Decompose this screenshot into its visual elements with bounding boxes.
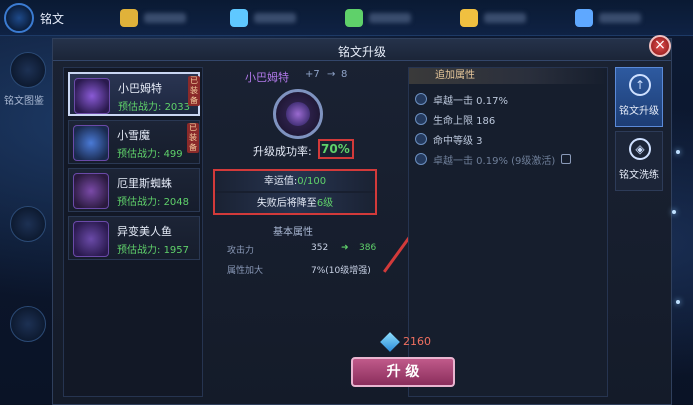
side-tabs: ↑ 铭文升级 ◈ 铭文洗练 — [615, 67, 663, 207]
sparkle-icon — [676, 300, 680, 304]
resource-amount — [254, 13, 296, 23]
back-button[interactable] — [4, 3, 34, 33]
inscription-power: 预估战力: 2033 — [118, 102, 191, 113]
fail-value: 6级 — [316, 198, 334, 209]
diamond-icon — [230, 9, 248, 27]
inscription-power: 预估战力: 2048 — [117, 197, 190, 208]
next-level: 8 — [341, 69, 348, 80]
inscription-icon — [73, 173, 109, 209]
side-menu: 铭文图鉴 — [0, 36, 54, 405]
inscription-icon — [74, 78, 110, 114]
inscription-large-icon — [273, 89, 323, 139]
luck-label: 幸运值: — [263, 176, 298, 187]
gem-icon — [345, 9, 363, 27]
resource-amount — [144, 13, 186, 23]
top-bar: 铭文 — [0, 0, 693, 36]
close-button[interactable]: × — [649, 35, 671, 57]
attr-next: 386 — [359, 243, 377, 253]
luck-row: 幸运值:0/100 — [215, 171, 375, 191]
upgrade-arrow-icon: ↑ — [629, 74, 651, 96]
inscription-power: 预估战力: 499 — [117, 149, 183, 160]
inscription-item[interactable]: 小雪魔 预估战力: 499 已装备 — [68, 120, 200, 164]
upgrade-button[interactable]: 升 级 — [351, 357, 455, 387]
extra-attrs-panel: 追加属性 卓越一击 0.17% 生命上限 186 命中等级 3 卓越一击 0.1… — [408, 67, 608, 397]
attr-gear-icon — [415, 153, 427, 165]
resource-gold[interactable] — [120, 9, 186, 27]
coupon-icon — [460, 9, 478, 27]
attr-row: 属性加大 7%(10级增强) — [227, 263, 397, 279]
inscription-icon — [73, 221, 109, 257]
resource-amount — [484, 13, 526, 23]
resource-amount — [599, 13, 641, 23]
resource-crystal[interactable] — [575, 9, 641, 27]
attr-current: 7%(10级增强) — [311, 266, 371, 276]
extra-attr-item: 卓越一击 0.17% — [415, 90, 508, 108]
crystal-icon — [575, 9, 593, 27]
upgrade-center: 小巴姆特 +7 → 8 升级成功率: 70% 幸运值:0/100 失败后将降至6… — [203, 65, 403, 395]
inscription-item[interactable]: 小巴姆特 预估战力: 2033 已装备 — [68, 72, 200, 116]
inscription-name: 厄里斯蜘蛛 — [117, 177, 172, 190]
lock-icon — [561, 154, 572, 164]
equipped-tag: 已装备 — [187, 123, 199, 153]
inscription-name: 异变美人鱼 — [117, 225, 172, 238]
sparkle-icon — [676, 150, 680, 154]
attr-gear-icon — [415, 133, 427, 145]
inscription-item[interactable]: 厄里斯蜘蛛 预估战力: 2048 — [68, 168, 200, 212]
refine-icon: ◈ — [629, 138, 651, 160]
attr-name: 属性加大 — [227, 266, 264, 276]
side-menu-label: 铭文图鉴 — [4, 96, 44, 107]
tab-upgrade[interactable]: ↑ 铭文升级 — [615, 67, 663, 127]
extra-attr-item: 命中等级 3 — [415, 130, 483, 148]
panel-header: 铭文升级 — [53, 39, 671, 61]
fail-label: 失败后将降至 — [256, 198, 317, 209]
panel-title: 铭文升级 — [337, 45, 386, 59]
tab-label: 铭文升级 — [619, 106, 659, 117]
attr-name: 攻击力 — [227, 246, 255, 256]
attr-gear-icon — [415, 93, 427, 105]
resource-gem[interactable] — [345, 9, 411, 27]
current-level: +7 — [305, 69, 320, 80]
extra-attr-item: 卓越一击 0.19% (9级激活) — [415, 150, 572, 168]
inscription-name: 小巴姆特 — [118, 82, 162, 95]
fail-row: 失败后将降至6级 — [215, 193, 375, 213]
sparkle-icon — [672, 210, 676, 214]
level-arrow-icon: → — [327, 69, 336, 80]
extra-attrs-title: 追加属性 — [409, 68, 607, 84]
tab-label: 铭文洗练 — [619, 170, 659, 181]
gold-coin-icon — [120, 9, 138, 27]
resource-coupon[interactable] — [460, 9, 526, 27]
attr-arrow-icon: ➜ — [341, 243, 349, 253]
inscription-item[interactable]: 异变美人鱼 预估战力: 1957 — [68, 216, 200, 260]
side-menu-button[interactable] — [10, 306, 46, 342]
inscription-emblem-icon — [286, 102, 310, 126]
upgrade-inscription-name: 小巴姆特 — [245, 71, 289, 84]
tab-refine[interactable]: ◈ 铭文洗练 — [615, 131, 663, 191]
attr-row: 攻击力 352 ➜ 386 — [227, 243, 397, 259]
resource-diamond[interactable] — [230, 9, 296, 27]
success-rate-value: 70% — [321, 142, 350, 156]
crystal-cost: 2160 — [403, 335, 431, 348]
resource-amount — [369, 13, 411, 23]
inscription-name: 小雪魔 — [117, 129, 150, 142]
inscription-icon — [73, 125, 109, 161]
extra-attr-item: 生命上限 186 — [415, 110, 495, 128]
lock-button[interactable] — [10, 206, 46, 242]
luck-value: 0/100 — [297, 176, 327, 187]
inscription-codex-button[interactable] — [10, 52, 46, 88]
upgrade-panel: 铭文升级 × 小巴姆特 预估战力: 2033 已装备 小雪魔 预估战力: 499… — [52, 35, 672, 405]
top-title: 铭文 — [40, 12, 65, 26]
attr-gear-icon — [415, 113, 427, 125]
inscription-list: 小巴姆特 预估战力: 2033 已装备 小雪魔 预估战力: 499 已装备 厄里… — [63, 67, 203, 397]
attr-current: 352 — [311, 243, 329, 253]
basic-attrs-title: 基本属性 — [273, 227, 313, 238]
equipped-tag: 已装备 — [188, 76, 200, 106]
success-rate-label: 升级成功率: — [253, 145, 312, 158]
inscription-power: 预估战力: 1957 — [117, 245, 190, 256]
